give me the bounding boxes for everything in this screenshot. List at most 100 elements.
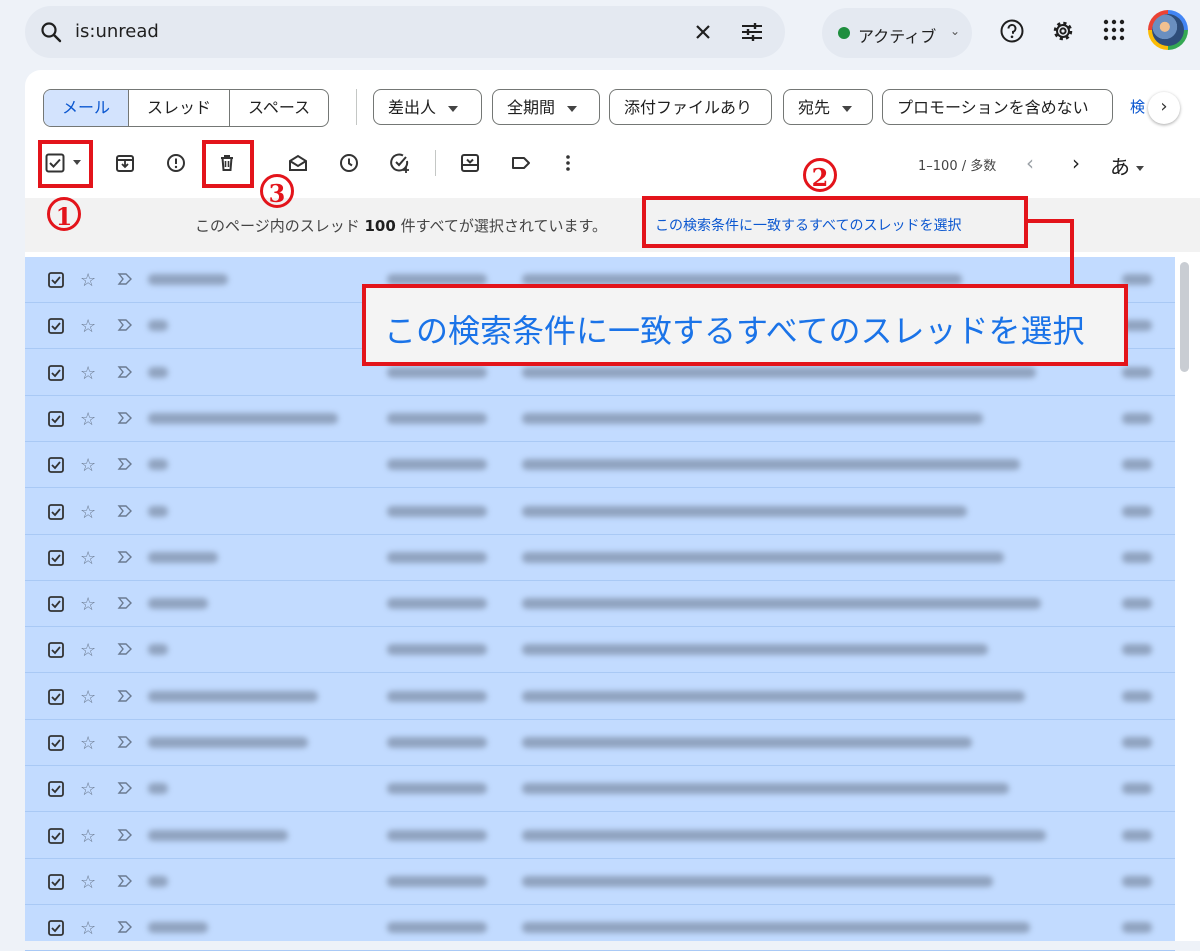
dropdown-arrow-icon <box>448 105 459 112</box>
filter-divider <box>356 89 357 125</box>
previous-page-chevron-icon[interactable]: ‹ <box>1026 151 1034 175</box>
row-checkbox-checked-icon[interactable] <box>48 735 64 751</box>
date-filter-chip[interactable]: 全期間 <box>492 89 600 125</box>
importance-marker-icon[interactable] <box>116 502 134 520</box>
importance-marker-icon[interactable] <box>116 455 134 473</box>
subject-placeholder <box>522 505 967 517</box>
row-checkbox-checked-icon[interactable] <box>48 688 64 705</box>
list-scrollbar[interactable] <box>1180 262 1189 372</box>
email-row[interactable]: ☆ <box>25 813 1175 859</box>
segment-space[interactable]: スペース <box>229 90 328 126</box>
next-page-chevron-icon[interactable]: › <box>1072 151 1080 175</box>
search-options-icon[interactable] <box>739 20 765 44</box>
email-row[interactable]: ☆ <box>25 905 1175 951</box>
row-checkbox-checked-icon[interactable] <box>48 318 64 335</box>
importance-marker-icon[interactable] <box>116 779 134 797</box>
snooze-clock-icon[interactable] <box>338 152 360 174</box>
importance-marker-icon[interactable] <box>116 733 134 751</box>
star-icon[interactable]: ☆ <box>80 594 96 615</box>
star-icon[interactable]: ☆ <box>80 502 96 523</box>
star-icon[interactable]: ☆ <box>80 316 96 337</box>
apps-grid-icon[interactable] <box>1102 18 1126 42</box>
star-icon[interactable]: ☆ <box>80 409 96 430</box>
settings-gear-icon[interactable] <box>1050 18 1076 44</box>
star-icon[interactable]: ☆ <box>80 687 96 708</box>
importance-marker-icon[interactable] <box>116 316 134 334</box>
segment-thread[interactable]: スレッド <box>128 90 229 126</box>
star-icon[interactable]: ☆ <box>80 918 96 939</box>
mark-as-read-icon[interactable] <box>287 152 309 174</box>
search-input[interactable]: is:unread <box>75 21 159 42</box>
report-spam-icon[interactable] <box>165 152 187 174</box>
row-checkbox-checked-icon[interactable] <box>48 549 64 566</box>
input-tools-button[interactable]: あ <box>1110 151 1144 180</box>
add-to-tasks-icon[interactable] <box>389 152 411 174</box>
star-icon[interactable]: ☆ <box>80 270 96 291</box>
importance-marker-icon[interactable] <box>116 640 134 658</box>
help-icon[interactable] <box>999 18 1025 44</box>
type-segmented-filter[interactable]: メール スレッド スペース <box>43 89 330 127</box>
importance-marker-icon[interactable] <box>116 548 134 566</box>
star-icon[interactable]: ☆ <box>80 640 96 661</box>
input-tools-label: あ <box>1110 155 1130 179</box>
row-checkbox-checked-icon[interactable] <box>48 596 64 612</box>
annotation-number-2: 2 <box>803 158 837 192</box>
row-checkbox-checked-icon[interactable] <box>48 642 64 659</box>
email-row[interactable]: ☆ <box>25 627 1175 674</box>
row-checkbox-checked-icon[interactable] <box>48 364 64 381</box>
segment-mail[interactable]: メール <box>44 90 129 126</box>
importance-marker-icon[interactable] <box>116 687 134 705</box>
row-checkbox-checked-icon[interactable] <box>48 873 64 890</box>
email-row[interactable]: ☆ <box>25 535 1175 581</box>
email-row[interactable]: ☆ <box>25 442 1175 489</box>
from-filter-chip[interactable]: 差出人 <box>373 89 482 125</box>
importance-marker-icon[interactable] <box>116 363 134 381</box>
star-icon[interactable]: ☆ <box>80 455 96 476</box>
star-icon[interactable]: ☆ <box>80 826 96 847</box>
row-checkbox-checked-icon[interactable] <box>48 272 64 288</box>
email-row[interactable]: ☆ <box>25 396 1175 442</box>
star-icon[interactable]: ☆ <box>80 733 96 754</box>
label-placeholder <box>387 598 487 610</box>
email-row[interactable]: ☆ <box>25 720 1175 766</box>
account-avatar[interactable] <box>1148 10 1188 50</box>
subject-placeholder <box>522 922 1030 934</box>
label-placeholder <box>387 505 487 517</box>
importance-marker-icon[interactable] <box>116 594 134 612</box>
star-icon[interactable]: ☆ <box>80 872 96 893</box>
subject-placeholder <box>522 783 1009 795</box>
more-options-icon[interactable] <box>560 152 576 174</box>
email-row[interactable]: ☆ <box>25 581 1175 628</box>
importance-marker-icon[interactable] <box>116 409 134 427</box>
move-to-icon[interactable] <box>459 152 481 174</box>
email-row[interactable]: ☆ <box>25 489 1175 535</box>
row-checkbox-checked-icon[interactable] <box>48 410 64 427</box>
star-icon[interactable]: ☆ <box>80 779 96 800</box>
email-row[interactable]: ☆ <box>25 674 1175 720</box>
row-checkbox-checked-icon[interactable] <box>48 457 64 474</box>
star-icon[interactable]: ☆ <box>80 548 96 569</box>
email-row[interactable]: ☆ <box>25 766 1175 813</box>
row-checkbox-checked-icon[interactable] <box>48 781 64 798</box>
row-checkbox-checked-icon[interactable] <box>48 503 64 520</box>
status-selector[interactable]: アクティブ ⌄ <box>822 8 972 58</box>
date-placeholder <box>1122 829 1152 841</box>
exclude-promotions-chip[interactable]: プロモーションを含めない <box>882 89 1113 125</box>
advanced-search-link[interactable]: 検 <box>1130 96 1145 117</box>
clear-search-icon[interactable] <box>691 20 715 44</box>
label-tag-icon[interactable] <box>510 152 532 174</box>
search-bar[interactable]: is:unread <box>25 6 785 58</box>
importance-marker-icon[interactable] <box>116 918 134 936</box>
chevron-right-icon[interactable]: › <box>1148 92 1180 124</box>
has-attachment-chip[interactable]: 添付ファイルあり <box>609 89 772 125</box>
importance-marker-icon[interactable] <box>116 270 134 288</box>
archive-icon[interactable] <box>114 152 136 174</box>
to-filter-chip[interactable]: 宛先 <box>783 89 873 125</box>
row-checkbox-checked-icon[interactable] <box>48 827 64 844</box>
email-row[interactable]: ☆ <box>25 859 1175 905</box>
search-icon[interactable] <box>39 20 63 44</box>
importance-marker-icon[interactable] <box>116 826 134 844</box>
row-checkbox-checked-icon[interactable] <box>48 920 64 937</box>
importance-marker-icon[interactable] <box>116 872 134 890</box>
star-icon[interactable]: ☆ <box>80 363 96 384</box>
